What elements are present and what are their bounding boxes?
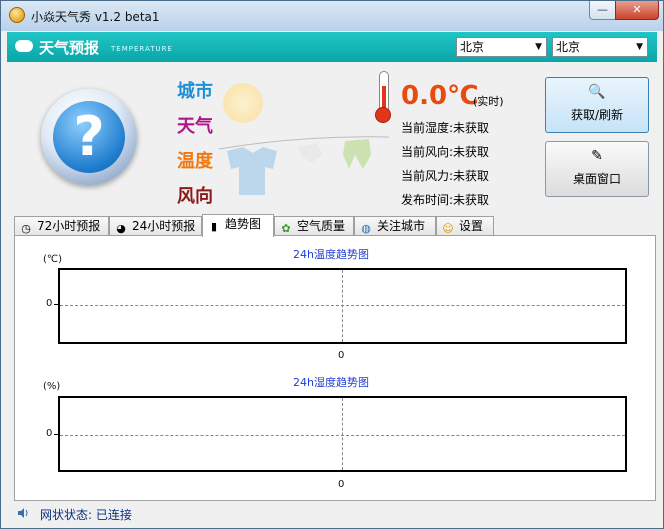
header-subtitle: TEMPERATURE — [111, 45, 173, 53]
header-title: 天气预报 — [39, 39, 100, 57]
tab-trend-chart[interactable]: ▮ 趋势图 — [202, 214, 274, 237]
province-select[interactable]: 北京 ▼ — [456, 37, 547, 57]
trend-panel: 24h温度趋势图 (℃) 0 0 24h湿度趋势图 (%) 0 0 — [14, 235, 656, 501]
tab-72h-forecast[interactable]: ◷ 72小时预报 — [14, 216, 109, 236]
temp-x-tick: 0 — [338, 350, 345, 361]
temp-y-tick-mark — [54, 304, 59, 305]
pie-chart-icon: ◕ — [116, 222, 126, 235]
cloud-icon — [15, 40, 33, 52]
humidity-x-tick: 0 — [338, 479, 345, 490]
chevron-down-icon: ▼ — [636, 42, 643, 52]
clothesline-decoration-icon — [219, 136, 389, 195]
sun-decoration-icon — [223, 83, 263, 123]
temperature-label: 温度 — [177, 151, 213, 172]
humidity-y-tick: 0 — [46, 428, 53, 439]
smiley-icon: ☺ — [442, 222, 454, 235]
humidity-chart-plot — [58, 396, 627, 472]
thermometer-bulb — [375, 107, 391, 123]
wind-direction-info: 当前风向:未获取 — [401, 145, 490, 159]
header-bar: 天气预报 TEMPERATURE 北京 ▼ 北京 ▼ — [7, 32, 657, 62]
wind-force-info: 当前风力:未获取 — [401, 169, 490, 183]
humidity-vertical-gridline — [342, 398, 343, 470]
unknown-weather-icon: ? — [41, 89, 137, 185]
magnifier-icon: 🔍 — [588, 84, 606, 100]
app-icon — [9, 7, 25, 23]
humidity-info: 当前湿度:未获取 — [401, 121, 490, 135]
chevron-down-icon: ▼ — [535, 42, 542, 52]
tab-settings[interactable]: ☺ 设置 — [436, 216, 494, 236]
city-select-value: 北京 — [556, 40, 581, 54]
temp-chart-title: 24h温度趋势图 — [293, 248, 369, 261]
tab-24h-forecast[interactable]: ◕ 24小时预报 — [109, 216, 202, 236]
current-temperature: 0.0℃ — [401, 81, 479, 111]
tab-air-quality[interactable]: ✿ 空气质量 — [274, 216, 354, 236]
fetch-refresh-label: 获取/刷新 — [570, 108, 624, 122]
network-status: 网状状态: 已连接 — [40, 508, 132, 522]
temp-y-tick: 0 — [46, 298, 53, 309]
humidity-chart-title: 24h湿度趋势图 — [293, 376, 369, 389]
fetch-refresh-button[interactable]: 🔍 获取/刷新 — [545, 77, 649, 133]
status-bar: 网状状态: 已连接 — [7, 502, 657, 524]
desktop-window-button[interactable]: ✎ 桌面窗口 — [545, 141, 649, 197]
title-bar[interactable]: 小焱天气秀 v1.2 beta1 — ✕ — [1, 1, 663, 31]
weather-label: 天气 — [177, 116, 213, 137]
clover-icon: ✿ — [281, 222, 291, 235]
app-window: 小焱天气秀 v1.2 beta1 — ✕ 天气预报 TEMPERATURE 北京… — [0, 0, 664, 529]
province-select-value: 北京 — [460, 40, 485, 54]
publish-time-info: 发布时间:未获取 — [401, 193, 490, 207]
close-button[interactable]: ✕ — [615, 1, 659, 20]
temp-chart-plot — [58, 268, 627, 344]
minimize-button[interactable]: — — [589, 1, 616, 20]
city-label: 城市 — [177, 81, 213, 102]
wind-label: 风向 — [177, 186, 213, 207]
tab-followed-cities[interactable]: ◍ 关注城市 — [354, 216, 436, 236]
window-title: 小焱天气秀 v1.2 beta1 — [31, 10, 160, 24]
humidity-chart-unit: (%) — [43, 381, 61, 392]
globe-icon: ◍ — [361, 222, 371, 235]
bar-chart-icon: ▮ — [210, 220, 218, 233]
humidity-y-tick-mark — [54, 434, 59, 435]
city-select[interactable]: 北京 ▼ — [552, 37, 648, 57]
temp-chart-unit: (℃) — [43, 254, 63, 265]
temp-vertical-gridline — [342, 270, 343, 342]
clock-icon: ◷ — [21, 222, 31, 235]
edit-window-icon: ✎ — [591, 148, 603, 164]
desktop-window-label: 桌面窗口 — [572, 172, 621, 186]
speaker-icon — [18, 508, 28, 518]
realtime-note: (实时) — [473, 95, 504, 108]
